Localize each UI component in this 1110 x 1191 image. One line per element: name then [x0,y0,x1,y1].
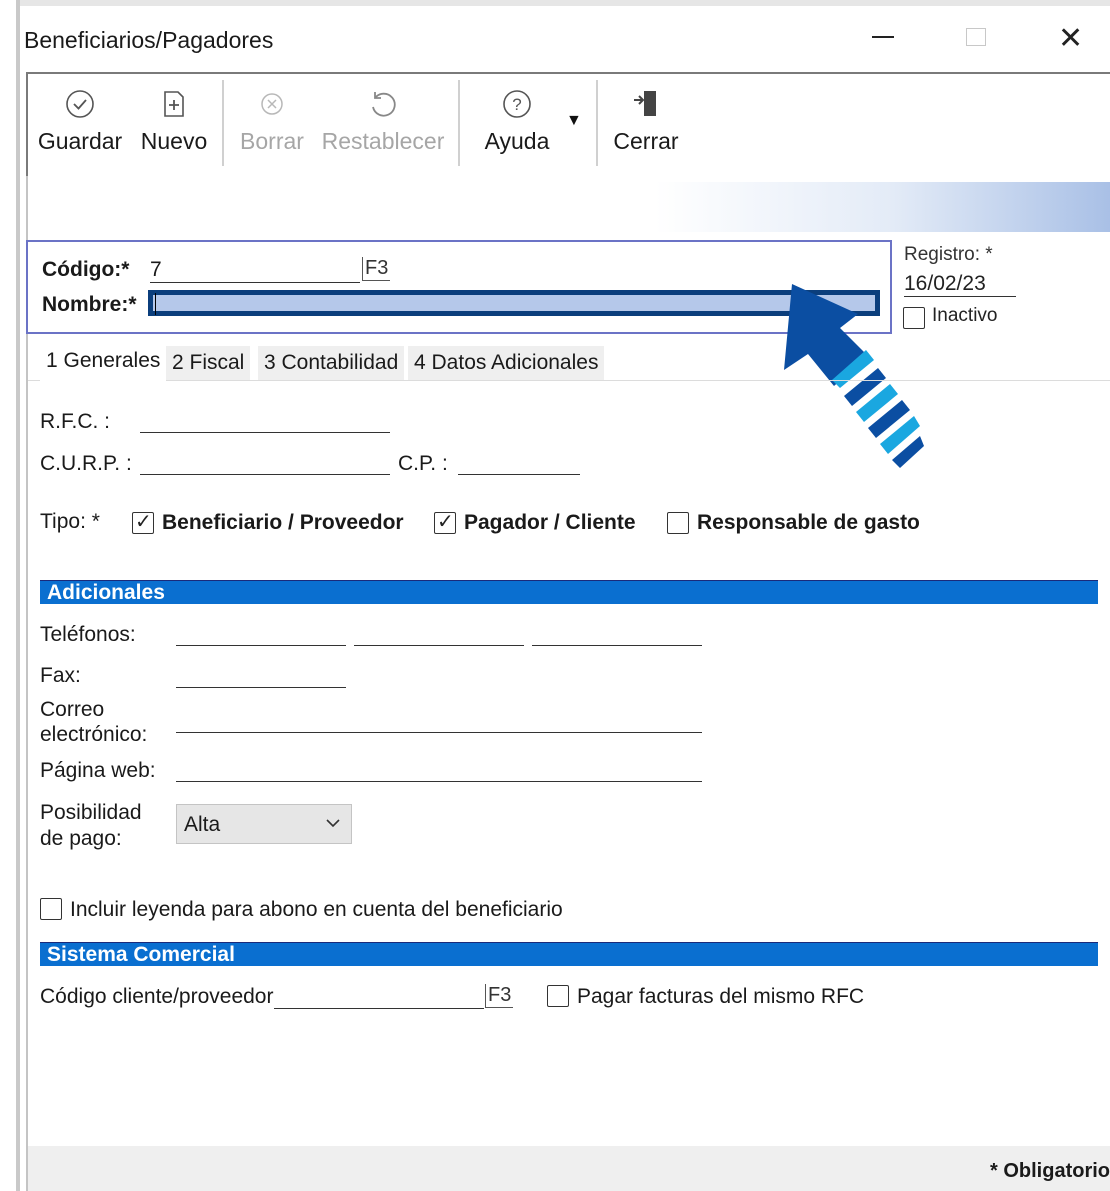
svg-text:?: ? [512,95,521,114]
posibilidad-label-line2: de pago: [40,827,122,850]
codigo-cliente-f3-button[interactable]: F3 [485,984,514,1008]
posibilidad-label-line1: Posibilidad [40,801,142,824]
borrar-button[interactable]: Borrar [232,88,312,155]
window-left-edge [16,0,20,1191]
check-circle-icon [34,88,126,128]
pagina-web-input[interactable] [176,781,702,782]
sistema-comercial-section-header: Sistema Comercial [40,942,1098,966]
close-window-button[interactable]: ✕ [1058,24,1083,54]
restablecer-label: Restablecer [321,128,445,154]
telefono-2-input[interactable] [354,645,524,646]
tipo-pagador-label: Pagador / Cliente [464,511,636,534]
correo-input[interactable] [176,732,702,733]
posibilidad-select[interactable]: Alta [176,804,352,844]
correo-label-line1: Correo [40,698,105,721]
rfc-input[interactable] [140,432,390,433]
tab-strip [28,380,1110,381]
nuevo-button[interactable]: Nuevo [134,88,214,155]
help-icon: ? [474,88,560,128]
codigo-input[interactable]: 7 [150,258,360,283]
codigo-f3-button[interactable]: F3 [362,257,391,281]
pagar-facturas-label: Pagar facturas del mismo RFC [577,985,865,1008]
tipo-beneficiario-label: Beneficiario / Proveedor [162,511,404,534]
leyenda-label: Incluir leyenda para abono en cuenta del… [70,898,563,921]
status-bar [28,1146,1110,1191]
inactivo-label: Inactivo [932,305,998,326]
codigo-nombre-box [26,240,892,334]
codigo-cliente-label: Código cliente/proveedor [40,985,274,1008]
toolbar-separator [458,80,460,166]
codigo-label: Código:* [42,258,130,281]
guardar-label: Guardar [37,128,123,154]
chevron-down-icon [325,811,341,841]
leyenda-checkbox[interactable] [40,898,62,920]
reset-icon [318,88,448,128]
tab-fiscal[interactable]: 2 Fiscal [166,346,251,380]
ayuda-label: Ayuda [484,128,550,154]
tab-datos-adicionales[interactable]: 4 Datos Adicionales [408,346,605,380]
restablecer-button[interactable]: Restablecer [318,88,448,155]
minimize-icon [872,36,894,38]
obligatorio-note: * Obligatorio [990,1160,1110,1182]
delete-circle-icon [232,88,312,128]
rfc-label: R.F.C. : [40,410,111,433]
borrar-label: Borrar [240,128,304,154]
telefono-3-input[interactable] [532,645,702,646]
exit-door-icon [606,88,686,128]
new-document-icon [134,88,214,128]
maximize-button[interactable] [966,28,986,46]
text-cursor [155,293,156,315]
tipo-responsable-checkbox[interactable] [667,512,689,534]
tipo-label: Tipo: * [40,510,100,533]
registro-label: Registro: * [904,244,993,265]
cerrar-label: Cerrar [613,128,679,154]
posibilidad-value: Alta [184,813,221,836]
cp-input[interactable] [458,474,580,475]
tab-contabilidad[interactable]: 3 Contabilidad [258,346,405,380]
ayuda-dropdown-icon[interactable]: ▼ [566,112,582,130]
tab-generales[interactable]: 1 Generales [40,342,167,382]
window-title: Beneficiarios/Pagadores [24,27,274,53]
nombre-label: Nombre:* [42,293,137,316]
toolbar-separator [222,80,224,166]
adicionales-section-header: Adicionales [40,580,1098,604]
guardar-button[interactable]: Guardar [34,88,126,155]
curp-input[interactable] [140,474,390,475]
nuevo-label: Nuevo [140,128,208,154]
cerrar-button[interactable]: Cerrar [606,88,686,155]
pagar-facturas-checkbox[interactable] [547,985,569,1007]
curp-label: C.U.R.P. : [40,452,132,475]
fax-input[interactable] [176,687,346,688]
pagina-web-label: Página web: [40,759,156,782]
cp-label: C.P. : [398,452,448,475]
annotation-arrow-icon [784,284,924,468]
ayuda-button[interactable]: ? Ayuda [474,88,560,155]
correo-label-line2: electrónico: [40,723,148,746]
tipo-pagador-checkbox[interactable] [434,509,456,534]
telefonos-label: Teléfonos: [40,623,136,646]
minimize-button[interactable] [872,22,896,48]
telefono-1-input[interactable] [176,645,346,646]
header-band [26,182,1110,232]
toolbar-separator [596,80,598,166]
codigo-cliente-input[interactable] [274,1008,484,1009]
tipo-responsable-label: Responsable de gasto [697,511,920,534]
tipo-beneficiario-checkbox[interactable] [132,509,154,534]
fax-label: Fax: [40,664,81,687]
